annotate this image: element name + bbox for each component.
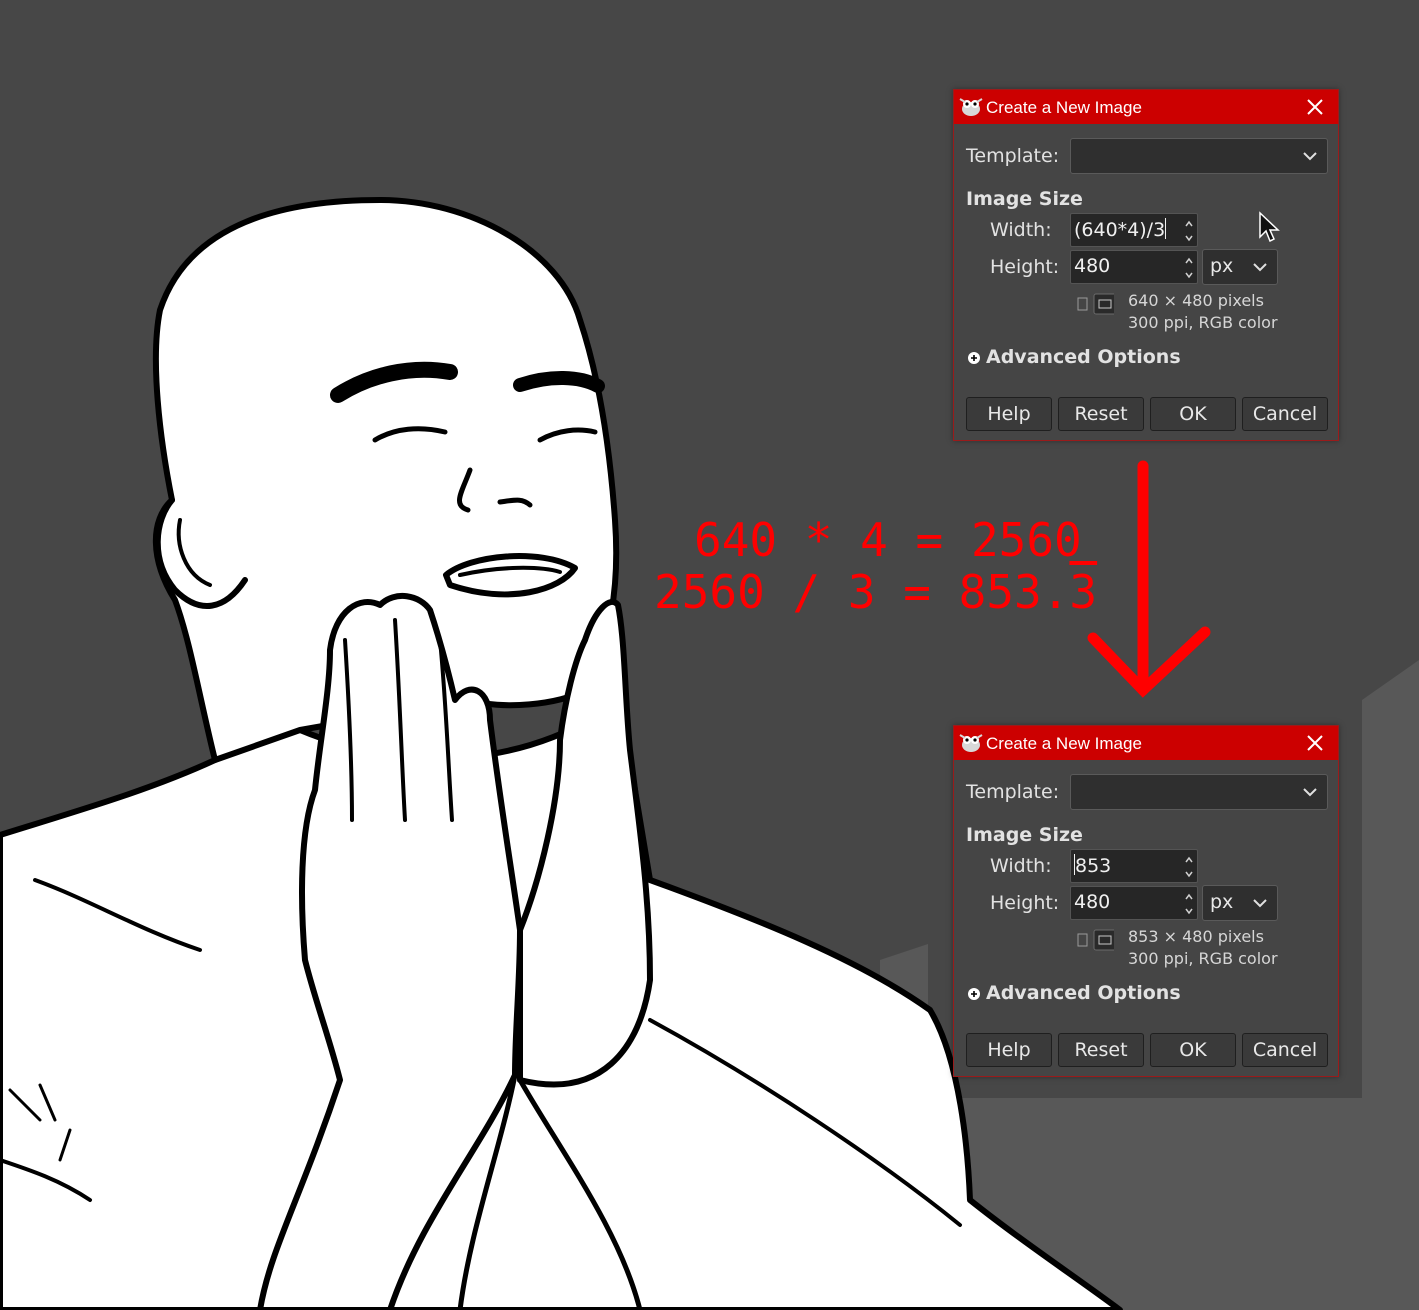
spin-arrows-icon[interactable] (1184, 891, 1194, 917)
close-icon[interactable] (1306, 734, 1324, 752)
chevron-down-icon (1303, 152, 1317, 161)
orientation-icons (1077, 293, 1117, 315)
chevron-down-icon (1253, 899, 1267, 908)
expander-icon (968, 988, 980, 1000)
width-spinbutton[interactable]: 853 (1070, 849, 1198, 883)
template-select[interactable] (1070, 774, 1328, 810)
ok-button[interactable]: OK (1150, 1033, 1236, 1067)
calculation-line-2: 2560 / 3 = 853.3 (654, 566, 1097, 618)
calculation-line-1: 640 * 4 = 2560 (694, 513, 1082, 567)
ok-button[interactable]: OK (1150, 397, 1236, 431)
height-input[interactable]: 480 (1074, 255, 1110, 279)
advanced-options-label: Advanced Options (986, 982, 1181, 1004)
dialog-titlebar[interactable]: Create a New Image (954, 90, 1338, 124)
orientation-toggle[interactable] (1074, 293, 1117, 315)
height-spinbutton[interactable]: 480 (1070, 886, 1198, 920)
orientation-icons (1077, 929, 1117, 951)
create-new-image-dialog-before: Create a New Image Template: Image Size … (953, 89, 1339, 441)
width-input[interactable]: (640*4)/3 (1074, 218, 1167, 242)
dialog-title: Create a New Image (986, 734, 1142, 753)
unit-value: px (1210, 255, 1234, 277)
image-dimensions-info: 640 × 480 pixels (1128, 291, 1264, 310)
reset-button[interactable]: Reset (1058, 397, 1144, 431)
image-size-heading: Image Size (966, 188, 1083, 210)
width-spinbutton[interactable]: (640*4)/3 (1070, 213, 1198, 247)
relieved-face-character (0, 197, 1123, 1310)
image-resolution-info: 300 ppi, RGB color (1128, 949, 1278, 968)
spin-arrows-icon[interactable] (1184, 218, 1194, 244)
width-value: (640*4)/3 (1074, 219, 1166, 241)
gimp-wilber-icon (959, 98, 983, 116)
unit-value: px (1210, 891, 1234, 913)
text-caret (1165, 218, 1167, 239)
help-button[interactable]: Help (966, 397, 1052, 431)
meme-scene: 640 * 4 = 2560 2560 / 3 = 853.3 Create a… (0, 0, 1419, 1310)
unit-select[interactable]: px (1202, 249, 1278, 285)
height-spinbutton[interactable]: 480 (1070, 250, 1198, 284)
image-resolution-info: 300 ppi, RGB color (1128, 313, 1278, 332)
dialog-titlebar[interactable]: Create a New Image (954, 726, 1338, 760)
height-label: Height: (990, 892, 1060, 914)
help-button[interactable]: Help (966, 1033, 1052, 1067)
cancel-button[interactable]: Cancel (1242, 1033, 1328, 1067)
landscape-icon (1093, 929, 1117, 951)
spin-arrows-icon[interactable] (1184, 854, 1194, 880)
dialog-title: Create a New Image (986, 98, 1142, 117)
repeating-digit: 3 (1069, 565, 1098, 619)
spin-arrows-icon[interactable] (1184, 255, 1194, 281)
width-label: Width: (990, 219, 1052, 241)
create-new-image-dialog-after: Create a New Image Template: Image Size … (953, 725, 1339, 1077)
landscape-icon (1093, 293, 1117, 315)
width-input[interactable]: 853 (1074, 854, 1111, 878)
gimp-wilber-icon (959, 734, 983, 752)
width-value: 853 (1075, 855, 1112, 877)
cancel-button[interactable]: Cancel (1242, 397, 1328, 431)
height-label: Height: (990, 256, 1060, 278)
advanced-options-label: Advanced Options (986, 346, 1181, 368)
close-icon[interactable] (1306, 98, 1324, 116)
down-arrow-icon (1087, 460, 1211, 698)
expander-icon (968, 352, 980, 364)
template-select[interactable] (1070, 138, 1328, 174)
chevron-down-icon (1253, 263, 1267, 272)
image-dimensions-info: 853 × 480 pixels (1128, 927, 1264, 946)
image-info: 853 × 480 pixels 300 ppi, RGB color (1128, 926, 1278, 970)
template-label: Template: (966, 781, 1060, 803)
image-info: 640 × 480 pixels 300 ppi, RGB color (1128, 290, 1278, 334)
portrait-icon (1077, 933, 1088, 947)
unit-select[interactable]: px (1202, 885, 1278, 921)
mouse-cursor-icon (1259, 211, 1280, 243)
height-input[interactable]: 480 (1074, 891, 1110, 915)
portrait-icon (1077, 297, 1088, 311)
image-size-heading: Image Size (966, 824, 1083, 846)
width-label: Width: (990, 855, 1052, 877)
chevron-down-icon (1303, 788, 1317, 797)
template-label: Template: (966, 145, 1060, 167)
reset-button[interactable]: Reset (1058, 1033, 1144, 1067)
calculation-line-2-prefix: 2560 / 3 = 853. (654, 565, 1070, 619)
orientation-toggle[interactable] (1074, 929, 1117, 951)
